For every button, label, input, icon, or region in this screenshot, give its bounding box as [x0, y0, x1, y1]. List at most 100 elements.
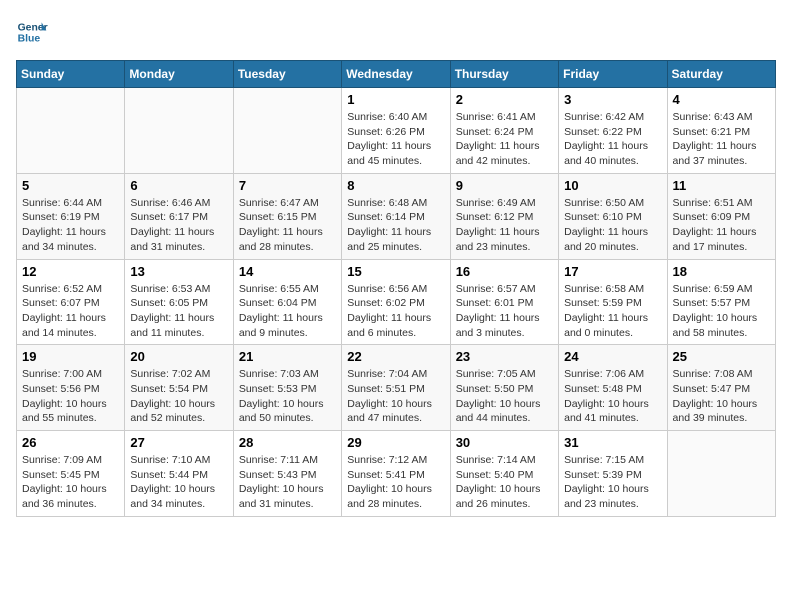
day-info: Sunrise: 6:44 AM Sunset: 6:19 PM Dayligh… [22, 196, 119, 255]
day-info: Sunrise: 6:47 AM Sunset: 6:15 PM Dayligh… [239, 196, 336, 255]
calendar-cell: 7 Sunrise: 6:47 AM Sunset: 6:15 PM Daylig… [233, 173, 341, 259]
logo-icon: General Blue [16, 16, 48, 48]
day-number: 2 [456, 92, 553, 107]
day-header-monday: Monday [125, 61, 233, 88]
day-info: Sunrise: 7:14 AM Sunset: 5:40 PM Dayligh… [456, 453, 553, 512]
day-info: Sunrise: 6:53 AM Sunset: 6:05 PM Dayligh… [130, 282, 227, 341]
day-number: 14 [239, 264, 336, 279]
day-number: 4 [673, 92, 770, 107]
calendar-cell: 16 Sunrise: 6:57 AM Sunset: 6:01 PM Dayli… [450, 259, 558, 345]
day-info: Sunrise: 6:42 AM Sunset: 6:22 PM Dayligh… [564, 110, 661, 169]
day-number: 1 [347, 92, 444, 107]
calendar-cell: 23Sunrise: 7:05 AM Sunset: 5:50 PM Dayli… [450, 345, 558, 431]
calendar-table: SundayMondayTuesdayWednesdayThursdayFrid… [16, 60, 776, 517]
logo: General Blue [16, 16, 48, 48]
week-row-4: 19 Sunrise: 7:00 AM Sunset: 5:56 PM Dayli… [17, 345, 776, 431]
day-number: 19 [22, 349, 119, 364]
calendar-cell: 25 Sunrise: 7:08 AM Sunset: 5:47 PM Dayli… [667, 345, 775, 431]
calendar-cell: 26Sunrise: 7:09 AM Sunset: 5:45 PM Dayli… [17, 431, 125, 517]
day-number: 3 [564, 92, 661, 107]
calendar-header: SundayMondayTuesdayWednesdayThursdayFrid… [17, 61, 776, 88]
day-header-friday: Friday [559, 61, 667, 88]
day-number: 21 [239, 349, 336, 364]
day-info: Sunrise: 6:48 AM Sunset: 6:14 PM Dayligh… [347, 196, 444, 255]
week-row-5: 26Sunrise: 7:09 AM Sunset: 5:45 PM Dayli… [17, 431, 776, 517]
calendar-cell: 8 Sunrise: 6:48 AM Sunset: 6:14 PM Daylig… [342, 173, 450, 259]
calendar-cell: 17 Sunrise: 6:58 AM Sunset: 5:59 PM Dayli… [559, 259, 667, 345]
calendar-cell: 12 Sunrise: 6:52 AM Sunset: 6:07 PM Dayli… [17, 259, 125, 345]
calendar-cell: 1 Sunrise: 6:40 AM Sunset: 6:26 PM Daylig… [342, 88, 450, 174]
calendar-cell: 20 Sunrise: 7:02 AM Sunset: 5:54 PM Dayli… [125, 345, 233, 431]
day-info: Sunrise: 6:43 AM Sunset: 6:21 PM Dayligh… [673, 110, 770, 169]
day-info: Sunrise: 6:52 AM Sunset: 6:07 PM Dayligh… [22, 282, 119, 341]
calendar-cell [125, 88, 233, 174]
calendar-cell: 14 Sunrise: 6:55 AM Sunset: 6:04 PM Dayli… [233, 259, 341, 345]
calendar-cell: 2 Sunrise: 6:41 AM Sunset: 6:24 PM Daylig… [450, 88, 558, 174]
day-number: 30 [456, 435, 553, 450]
day-header-tuesday: Tuesday [233, 61, 341, 88]
day-number: 17 [564, 264, 661, 279]
calendar-cell [17, 88, 125, 174]
calendar-cell: 30 Sunrise: 7:14 AM Sunset: 5:40 PM Dayli… [450, 431, 558, 517]
calendar-cell: 18 Sunrise: 6:59 AM Sunset: 5:57 PM Dayli… [667, 259, 775, 345]
calendar-cell: 4 Sunrise: 6:43 AM Sunset: 6:21 PM Daylig… [667, 88, 775, 174]
day-info: Sunrise: 7:15 AM Sunset: 5:39 PM Dayligh… [564, 453, 661, 512]
calendar-cell: 28Sunrise: 7:11 AM Sunset: 5:43 PM Dayli… [233, 431, 341, 517]
day-info: Sunrise: 6:57 AM Sunset: 6:01 PM Dayligh… [456, 282, 553, 341]
day-number: 11 [673, 178, 770, 193]
day-info: Sunrise: 7:11 AM Sunset: 5:43 PM Dayligh… [239, 453, 336, 512]
day-info: Sunrise: 6:51 AM Sunset: 6:09 PM Dayligh… [673, 196, 770, 255]
day-number: 20 [130, 349, 227, 364]
day-number: 29 [347, 435, 444, 450]
day-info: Sunrise: 7:05 AM Sunset: 5:50 PM Dayligh… [456, 367, 553, 426]
calendar-cell: 24Sunrise: 7:06 AM Sunset: 5:48 PM Dayli… [559, 345, 667, 431]
calendar-cell [233, 88, 341, 174]
day-number: 8 [347, 178, 444, 193]
day-header-thursday: Thursday [450, 61, 558, 88]
calendar-cell: 11 Sunrise: 6:51 AM Sunset: 6:09 PM Dayli… [667, 173, 775, 259]
calendar-cell: 6Sunrise: 6:46 AM Sunset: 6:17 PM Daylig… [125, 173, 233, 259]
day-info: Sunrise: 7:09 AM Sunset: 5:45 PM Dayligh… [22, 453, 119, 512]
day-info: Sunrise: 6:41 AM Sunset: 6:24 PM Dayligh… [456, 110, 553, 169]
week-row-1: 1 Sunrise: 6:40 AM Sunset: 6:26 PM Daylig… [17, 88, 776, 174]
day-number: 7 [239, 178, 336, 193]
day-number: 9 [456, 178, 553, 193]
calendar-cell: 10Sunrise: 6:50 AM Sunset: 6:10 PM Dayli… [559, 173, 667, 259]
day-number: 15 [347, 264, 444, 279]
day-info: Sunrise: 6:55 AM Sunset: 6:04 PM Dayligh… [239, 282, 336, 341]
calendar-cell: 31 Sunrise: 7:15 AM Sunset: 5:39 PM Dayli… [559, 431, 667, 517]
day-number: 18 [673, 264, 770, 279]
day-number: 10 [564, 178, 661, 193]
calendar-cell: 5 Sunrise: 6:44 AM Sunset: 6:19 PM Daylig… [17, 173, 125, 259]
calendar-cell: 29 Sunrise: 7:12 AM Sunset: 5:41 PM Dayli… [342, 431, 450, 517]
day-info: Sunrise: 7:03 AM Sunset: 5:53 PM Dayligh… [239, 367, 336, 426]
week-row-2: 5 Sunrise: 6:44 AM Sunset: 6:19 PM Daylig… [17, 173, 776, 259]
calendar-cell: 22Sunrise: 7:04 AM Sunset: 5:51 PM Dayli… [342, 345, 450, 431]
day-number: 13 [130, 264, 227, 279]
day-number: 5 [22, 178, 119, 193]
day-number: 27 [130, 435, 227, 450]
day-number: 25 [673, 349, 770, 364]
calendar-cell: 9 Sunrise: 6:49 AM Sunset: 6:12 PM Daylig… [450, 173, 558, 259]
day-number: 24 [564, 349, 661, 364]
day-info: Sunrise: 7:00 AM Sunset: 5:56 PM Dayligh… [22, 367, 119, 426]
day-info: Sunrise: 6:49 AM Sunset: 6:12 PM Dayligh… [456, 196, 553, 255]
day-info: Sunrise: 7:08 AM Sunset: 5:47 PM Dayligh… [673, 367, 770, 426]
svg-text:Blue: Blue [18, 34, 41, 45]
calendar-cell: 15Sunrise: 6:56 AM Sunset: 6:02 PM Dayli… [342, 259, 450, 345]
day-info: Sunrise: 7:02 AM Sunset: 5:54 PM Dayligh… [130, 367, 227, 426]
day-info: Sunrise: 7:12 AM Sunset: 5:41 PM Dayligh… [347, 453, 444, 512]
day-info: Sunrise: 7:04 AM Sunset: 5:51 PM Dayligh… [347, 367, 444, 426]
calendar-cell: 3 Sunrise: 6:42 AM Sunset: 6:22 PM Daylig… [559, 88, 667, 174]
day-number: 16 [456, 264, 553, 279]
calendar-cell: 19 Sunrise: 7:00 AM Sunset: 5:56 PM Dayli… [17, 345, 125, 431]
day-number: 12 [22, 264, 119, 279]
day-info: Sunrise: 6:46 AM Sunset: 6:17 PM Dayligh… [130, 196, 227, 255]
day-number: 31 [564, 435, 661, 450]
day-info: Sunrise: 7:10 AM Sunset: 5:44 PM Dayligh… [130, 453, 227, 512]
day-info: Sunrise: 6:59 AM Sunset: 5:57 PM Dayligh… [673, 282, 770, 341]
day-header-sunday: Sunday [17, 61, 125, 88]
page-header: General Blue [16, 16, 776, 48]
day-info: Sunrise: 6:40 AM Sunset: 6:26 PM Dayligh… [347, 110, 444, 169]
day-info: Sunrise: 6:58 AM Sunset: 5:59 PM Dayligh… [564, 282, 661, 341]
